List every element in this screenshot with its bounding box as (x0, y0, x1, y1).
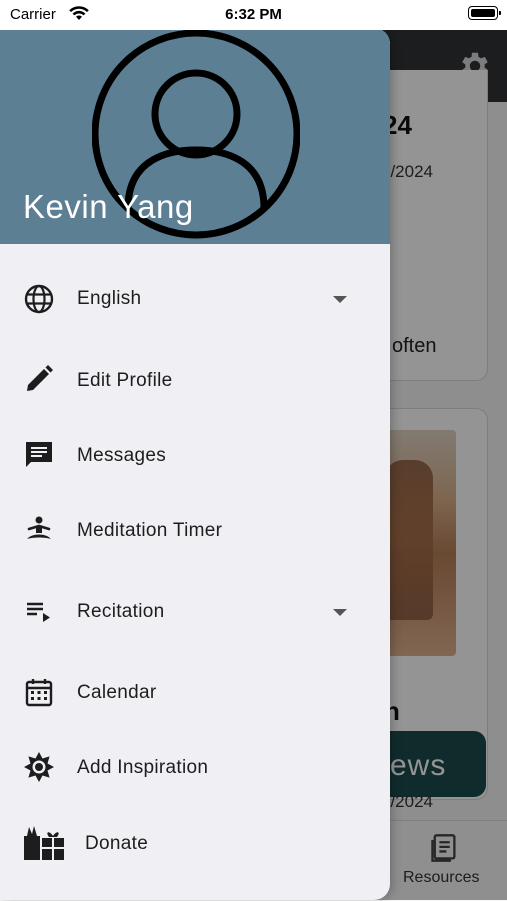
menu-label-language: English (77, 288, 142, 309)
menu-item-meditation-timer[interactable]: Meditation Timer (0, 496, 390, 566)
globe-icon (24, 284, 54, 314)
user-name: Kevin Yang (23, 188, 194, 225)
menu-label-add-inspiration: Add Inspiration (77, 757, 209, 778)
menu-item-recitation[interactable]: Recitation (0, 577, 390, 647)
menu-label-edit-profile: Edit Profile (77, 370, 173, 391)
navigation-drawer: Kevin Yang English Edit Profile Messages (0, 28, 390, 900)
dropdown-arrow-icon[interactable] (333, 609, 347, 616)
drawer-header: Kevin Yang (0, 28, 390, 244)
pencil-icon (27, 365, 53, 391)
menu-item-donate[interactable]: Donate (0, 808, 390, 878)
menu-label-recitation: Recitation (77, 601, 165, 622)
menu-item-edit-profile[interactable]: Edit Profile (0, 345, 390, 415)
battery-icon (468, 6, 501, 20)
gift-icon (24, 826, 64, 860)
playlist-icon (27, 602, 50, 622)
calendar-icon (25, 679, 53, 707)
menu-item-language[interactable]: English (0, 264, 390, 334)
clock: 6:32 PM (225, 6, 282, 23)
meditation-icon (27, 516, 51, 539)
menu-item-add-inspiration[interactable]: Add Inspiration (0, 733, 390, 803)
status-bar: Carrier 6:32 PM (0, 0, 507, 30)
dropdown-arrow-icon[interactable] (333, 296, 347, 303)
menu-item-messages[interactable]: Messages (0, 421, 390, 491)
menu-label-messages: Messages (77, 445, 166, 466)
menu-item-calendar[interactable]: Calendar (0, 658, 390, 728)
menu-label-donate: Donate (85, 833, 149, 854)
menu-label-calendar: Calendar (77, 682, 157, 703)
message-icon (26, 442, 52, 467)
sun-gear-icon (24, 752, 54, 782)
menu-label-meditation-timer: Meditation Timer (77, 520, 223, 541)
